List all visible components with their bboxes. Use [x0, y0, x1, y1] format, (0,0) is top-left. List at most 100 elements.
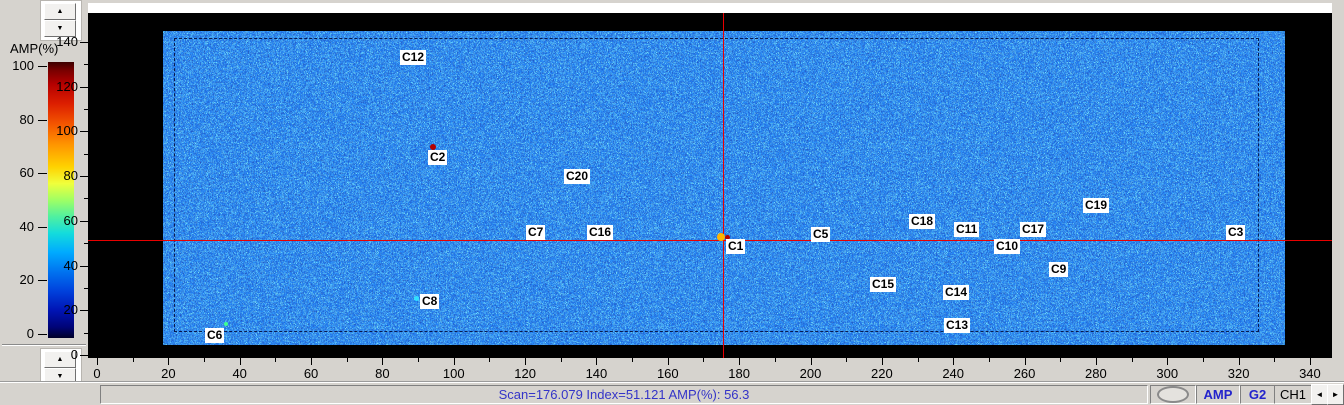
x-axis-tick [1025, 358, 1026, 365]
x-axis-tick-label: 340 [1290, 366, 1330, 381]
x-axis-tick [811, 358, 812, 365]
y-axis-minor-tick [84, 198, 88, 199]
view-amp-button[interactable]: AMP [1196, 385, 1240, 404]
indication-label[interactable]: C15 [870, 277, 896, 292]
x-axis-tick-label: 80 [362, 366, 402, 381]
plot-top-margin [88, 3, 1332, 13]
arrow-left-icon: ◄ [1316, 390, 1324, 399]
indication-label[interactable]: C10 [994, 239, 1020, 254]
y-axis-minor-tick [84, 154, 88, 155]
y-axis-tick-label: 20 [44, 302, 78, 317]
indication-label[interactable]: C1 [726, 239, 745, 254]
y-axis-minor-tick [84, 243, 88, 244]
x-axis-tick-label: 0 [77, 366, 117, 381]
x-axis-tick-label: 140 [576, 366, 616, 381]
cursor-readout: Scan=176.079 Index=51.121 AMP(%): 56.3 [100, 385, 1148, 404]
y-axis-tick-label: 120 [44, 79, 78, 94]
x-axis-tick-label: 320 [1219, 366, 1259, 381]
indication-label[interactable]: C11 [954, 222, 979, 237]
channel-prev-button[interactable]: ◄ [1311, 384, 1328, 405]
indication-label[interactable]: C19 [1083, 198, 1109, 213]
indication-label[interactable]: C12 [400, 50, 426, 65]
x-axis-tick-label: 240 [933, 366, 973, 381]
x-axis-minor-tick [1274, 358, 1275, 362]
x-axis-minor-tick [989, 358, 990, 362]
indication-label[interactable]: C18 [909, 214, 935, 229]
indication-label[interactable]: C13 [944, 318, 970, 333]
x-axis-tick-label: 260 [1005, 366, 1045, 381]
gate-g2-button[interactable]: G2 [1240, 385, 1275, 404]
x-axis-minor-tick [418, 358, 419, 362]
y-axis-minor-tick [84, 109, 88, 110]
x-axis-tick-label: 160 [648, 366, 688, 381]
gate-g2-label: G2 [1249, 387, 1266, 402]
x-axis-tick [953, 358, 954, 365]
x-axis-tick-label: 40 [220, 366, 260, 381]
indication-dot [224, 322, 228, 326]
x-axis-tick [739, 358, 740, 365]
y-axis-tick-label: 60 [44, 213, 78, 228]
indication-dot [414, 296, 419, 301]
x-axis-minor-tick [846, 358, 847, 362]
cursor-readout-text: Scan=176.079 Index=51.121 AMP(%): 56.3 [499, 387, 750, 402]
indication-label[interactable]: C9 [1049, 262, 1068, 277]
indication-dot [717, 233, 725, 241]
indication-label[interactable]: C16 [587, 225, 613, 240]
indication-label[interactable]: C3 [1226, 225, 1245, 240]
y-axis-tick [80, 310, 88, 311]
y-axis-minor-tick [84, 64, 88, 65]
indication-label[interactable]: C8 [420, 294, 439, 309]
x-axis-tick [311, 358, 312, 365]
x-axis-tick-label: 100 [434, 366, 474, 381]
x-axis-minor-tick [275, 358, 276, 362]
crosshair-horizontal-line[interactable] [88, 240, 1332, 241]
x-axis-tick [240, 358, 241, 365]
y-axis-tick [80, 266, 88, 267]
crosshair-vertical-line[interactable] [723, 13, 724, 358]
indication-label[interactable]: C14 [943, 285, 969, 300]
y-axis: 140120100806040200 [0, 0, 88, 381]
indication-label[interactable]: C2 [428, 150, 447, 165]
channel-next-button[interactable]: ► [1327, 384, 1344, 405]
indication-label[interactable]: C20 [564, 169, 590, 184]
gate-indicator-pane [1150, 385, 1196, 404]
indication-label[interactable]: C17 [1020, 222, 1046, 237]
x-axis-tick [1239, 358, 1240, 365]
x-axis-tick-label: 20 [148, 366, 188, 381]
indication-label[interactable]: C6 [205, 328, 224, 343]
x-axis-tick-label: 280 [1076, 366, 1116, 381]
y-axis-minor-tick [84, 288, 88, 289]
x-axis-tick [596, 358, 597, 365]
indication-label[interactable]: C7 [526, 225, 545, 240]
x-axis-tick [1167, 358, 1168, 365]
x-axis-tick-label: 60 [291, 366, 331, 381]
y-axis-tick [80, 221, 88, 222]
arrow-right-icon: ► [1332, 390, 1340, 399]
x-axis-minor-tick [703, 358, 704, 362]
x-axis-tick [454, 358, 455, 365]
x-axis-tick-label: 120 [505, 366, 545, 381]
y-axis-tick [80, 176, 88, 177]
x-axis-minor-tick [561, 358, 562, 362]
scan-zone-boundary [174, 38, 1259, 332]
x-axis-minor-tick [1060, 358, 1061, 362]
x-axis-tick-label: 220 [862, 366, 902, 381]
indication-label[interactable]: C5 [811, 227, 830, 242]
y-axis-tick-label: 100 [44, 123, 78, 138]
y-axis-tick [80, 131, 88, 132]
channel-ch1-button[interactable]: CH1 [1274, 385, 1312, 404]
x-axis-tick [1096, 358, 1097, 365]
view-amp-label: AMP [1204, 387, 1233, 402]
cscan-window: ▲ ▼ AMP(%) 100806040200 ▲ ▼ ◄ ► [0, 0, 1344, 405]
x-axis-minor-tick [775, 358, 776, 362]
x-axis-minor-tick [133, 358, 134, 362]
x-axis-tick [168, 358, 169, 365]
x-axis-minor-tick [1203, 358, 1204, 362]
y-axis-tick-label: 0 [44, 347, 78, 362]
x-axis-tick-label: 300 [1147, 366, 1187, 381]
y-axis-minor-tick [84, 333, 88, 334]
y-axis-tick-label: 40 [44, 258, 78, 273]
x-axis-tick [382, 358, 383, 365]
y-axis-tick-label: 140 [44, 34, 78, 49]
x-axis-tick [525, 358, 526, 365]
